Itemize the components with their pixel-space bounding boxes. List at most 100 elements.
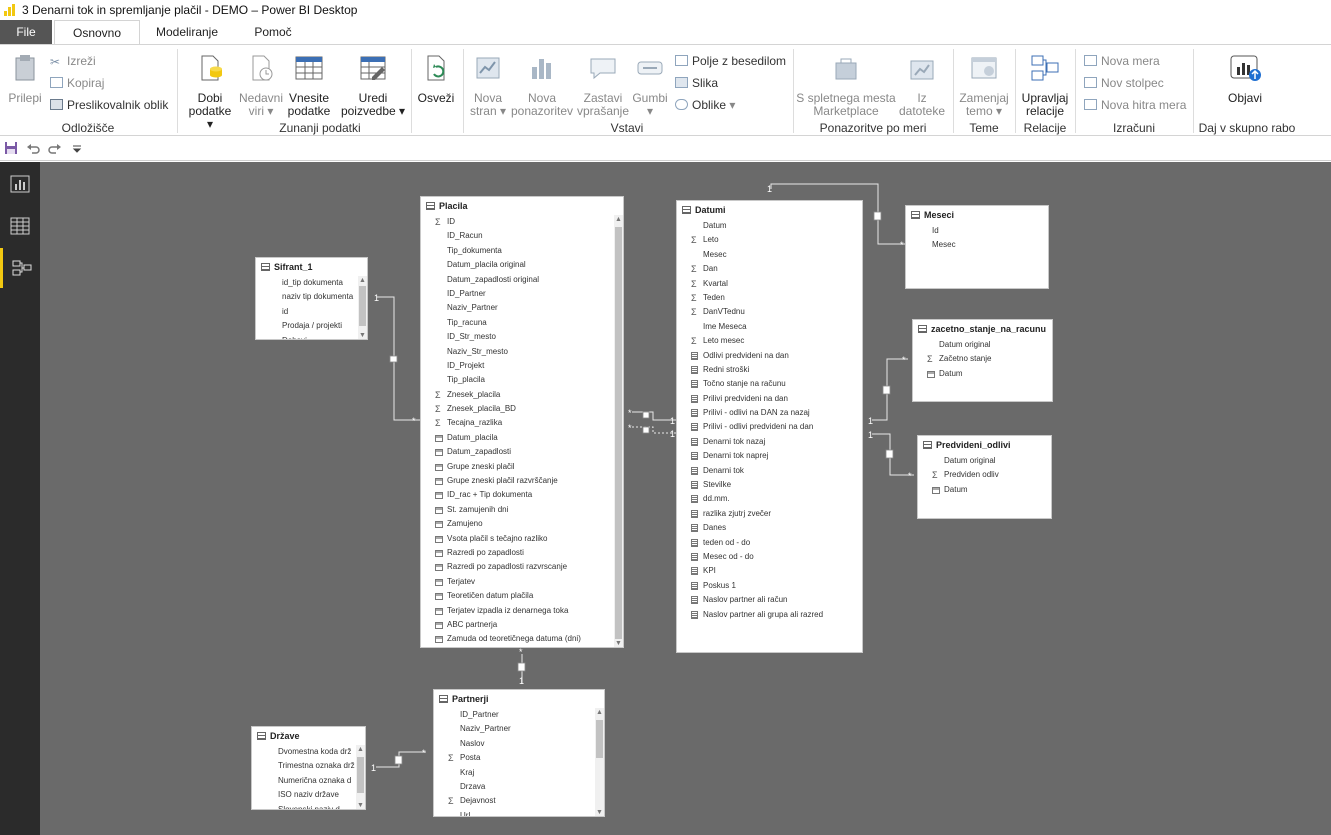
field-row[interactable]: Id: [920, 224, 1048, 238]
field-row[interactable]: Σ Začetno stanje: [927, 352, 1052, 366]
field-row[interactable]: Prilivi - odlivi na DAN za nazaj: [691, 406, 862, 420]
field-row[interactable]: Stevilke: [691, 478, 862, 492]
tab-osnovno[interactable]: Osnovno: [54, 20, 140, 45]
field-row[interactable]: Tip_dokumenta: [435, 244, 623, 258]
field-row[interactable]: Naziv_Str_mesto: [435, 345, 623, 359]
field-row[interactable]: Denarni tok naprej: [691, 449, 862, 463]
field-row[interactable]: Prodaja / projekti: [270, 319, 367, 333]
field-row[interactable]: Datum_placila: [435, 431, 623, 445]
field-row[interactable]: Naslov partner ali račun: [691, 593, 862, 607]
table-card-predvideni-odlivi[interactable]: Predvideni_odlivi Datum original Σ Predvid…: [917, 435, 1052, 519]
table-card-drzave[interactable]: Države Dvomestna koda drž Trimestna oznak…: [251, 726, 366, 810]
scrollbar[interactable]: ▲ ▼: [614, 215, 623, 647]
table-header[interactable]: zacetno_stanje_na_racunu: [913, 320, 1052, 338]
table-card-zacetno-stanje[interactable]: zacetno_stanje_na_racunu Datum original Σ…: [912, 319, 1053, 402]
field-row[interactable]: Kraj: [448, 766, 604, 780]
shapes-button[interactable]: Oblike ▾: [675, 97, 735, 113]
recent-sources-button[interactable]: Nedavni viri ▾: [236, 53, 286, 118]
ask-question-button[interactable]: Zastavi vprašanje: [576, 53, 630, 118]
field-row[interactable]: Σ Znesek_placila: [435, 388, 623, 402]
tab-pomoc[interactable]: Pomoč: [236, 20, 310, 44]
field-row[interactable]: Vsota plačil s tečajno razliko: [435, 532, 623, 546]
table-card-datumi[interactable]: Datumi Datum Σ Leto Mesec Σ Dan Σ Kvartal Σ Teden…: [676, 200, 863, 653]
field-row[interactable]: Prilivi predvideni na dan: [691, 392, 862, 406]
field-row[interactable]: Url...: [448, 809, 604, 816]
manage-relationships-button[interactable]: Upravljaj relacije: [1018, 53, 1072, 118]
field-row[interactable]: ID_Partner: [448, 708, 604, 722]
table-header[interactable]: Datumi: [677, 201, 862, 219]
field-row[interactable]: Naziv_Partner: [435, 301, 623, 315]
field-row[interactable]: Trimestna oznaka drž: [266, 759, 365, 773]
undo-icon[interactable]: [26, 141, 40, 155]
copy-button[interactable]: Kopiraj: [50, 75, 104, 91]
table-card-partnerji[interactable]: Partnerji ID_Partner Naziv_Partner Naslov Σ…: [433, 689, 605, 817]
field-row[interactable]: Denarni tok nazaj: [691, 435, 862, 449]
field-row[interactable]: Mesec: [691, 248, 862, 262]
field-row[interactable]: Σ Predviden odliv: [932, 468, 1051, 482]
field-row[interactable]: Σ ID: [435, 215, 623, 229]
refresh-button[interactable]: Osveži: [416, 53, 456, 105]
field-row[interactable]: Poskus 1: [691, 579, 862, 593]
tab-modeliranje[interactable]: Modeliranje: [146, 20, 228, 44]
quick-measure-button[interactable]: Nova hitra mera: [1084, 97, 1186, 113]
report-view-button[interactable]: [0, 164, 40, 204]
table-card-meseci[interactable]: Meseci Id Mesec: [905, 205, 1049, 289]
field-row[interactable]: Σ Tecajna_razlika: [435, 416, 623, 430]
field-row[interactable]: Dobavi...: [270, 334, 367, 339]
field-row[interactable]: Slovenski naziv d...: [266, 803, 365, 809]
field-row[interactable]: Zamujeno: [435, 517, 623, 531]
field-row[interactable]: Naziv_Partner: [448, 722, 604, 736]
image-button[interactable]: Slika: [675, 75, 718, 91]
buttons-button[interactable]: Gumbi ▾: [630, 53, 670, 118]
field-row[interactable]: razlika zjutrj zvečer: [691, 507, 862, 521]
field-row[interactable]: Σ Kvartal: [691, 277, 862, 291]
field-row[interactable]: Terjatev izpadla iz denarnega toka: [435, 604, 623, 618]
field-row[interactable]: Odlivi predvideni na dan: [691, 349, 862, 363]
field-row[interactable]: Naslov: [448, 737, 604, 751]
field-row[interactable]: Zamuda od teoretičnega datuma (dni): [435, 632, 623, 646]
field-row[interactable]: Σ Posta: [448, 751, 604, 765]
field-row[interactable]: Ime Meseca: [691, 320, 862, 334]
redo-icon[interactable]: [48, 141, 62, 155]
cut-button[interactable]: ✂ Izreži: [50, 53, 96, 69]
field-row[interactable]: Datum: [927, 367, 1052, 381]
field-row[interactable]: Teoretičen datum plačila: [435, 589, 623, 603]
table-card-placila[interactable]: Placila Σ ID ID_Racun Tip_dokumenta Datum_pl…: [420, 196, 624, 648]
marketplace-button[interactable]: S spletnega mesta Marketplace: [796, 53, 896, 118]
field-row[interactable]: KPI: [691, 564, 862, 578]
field-row[interactable]: Datum original: [927, 338, 1052, 352]
new-visual-button[interactable]: Nova ponazoritev: [510, 53, 574, 118]
from-file-button[interactable]: Iz datoteke: [896, 53, 948, 118]
table-header[interactable]: Partnerji: [434, 690, 604, 708]
field-row[interactable]: Drzava: [448, 780, 604, 794]
field-row[interactable]: Datum original: [932, 454, 1051, 468]
field-row[interactable]: ID_Projekt: [435, 359, 623, 373]
publish-button[interactable]: Objavi: [1216, 53, 1274, 105]
field-row[interactable]: ID_Str_mesto: [435, 330, 623, 344]
field-row[interactable]: ABC partnerja: [435, 618, 623, 632]
field-row[interactable]: Točno stanje na računu: [691, 377, 862, 391]
model-view-button[interactable]: [0, 248, 40, 288]
data-view-button[interactable]: [0, 206, 40, 246]
field-row[interactable]: Prilivi - odlivi predvideni na dan: [691, 420, 862, 434]
field-row[interactable]: Redni stroški: [691, 363, 862, 377]
tab-file[interactable]: File: [0, 20, 52, 44]
field-row[interactable]: teden od - do: [691, 536, 862, 550]
scrollbar[interactable]: ▲ ▼: [356, 745, 365, 809]
field-row[interactable]: Tip_placila: [435, 373, 623, 387]
field-row[interactable]: naziv tip dokumenta: [270, 290, 367, 304]
field-row[interactable]: Terjatev: [435, 575, 623, 589]
field-row[interactable]: Razredi po zapadlosti razvrscanje: [435, 560, 623, 574]
field-row[interactable]: Σ DanVTednu: [691, 305, 862, 319]
field-row[interactable]: Σ Dejavnost: [448, 794, 604, 808]
textbox-button[interactable]: Polje z besedilom: [675, 53, 786, 69]
format-painter-button[interactable]: Preslikovalnik oblik: [50, 97, 168, 113]
field-row[interactable]: Σ Dan: [691, 262, 862, 276]
new-column-button[interactable]: Nov stolpec: [1084, 75, 1164, 91]
field-row[interactable]: Dvomestna koda drž: [266, 745, 365, 759]
field-row[interactable]: Tip_racuna: [435, 316, 623, 330]
table-header[interactable]: Države: [252, 727, 365, 745]
field-row[interactable]: St. zamujenih dni: [435, 503, 623, 517]
field-row[interactable]: Datum_zapadlosti original: [435, 273, 623, 287]
table-card-sifrant[interactable]: Sifrant_1 id_tip dokumenta naziv tip doku…: [255, 257, 368, 340]
